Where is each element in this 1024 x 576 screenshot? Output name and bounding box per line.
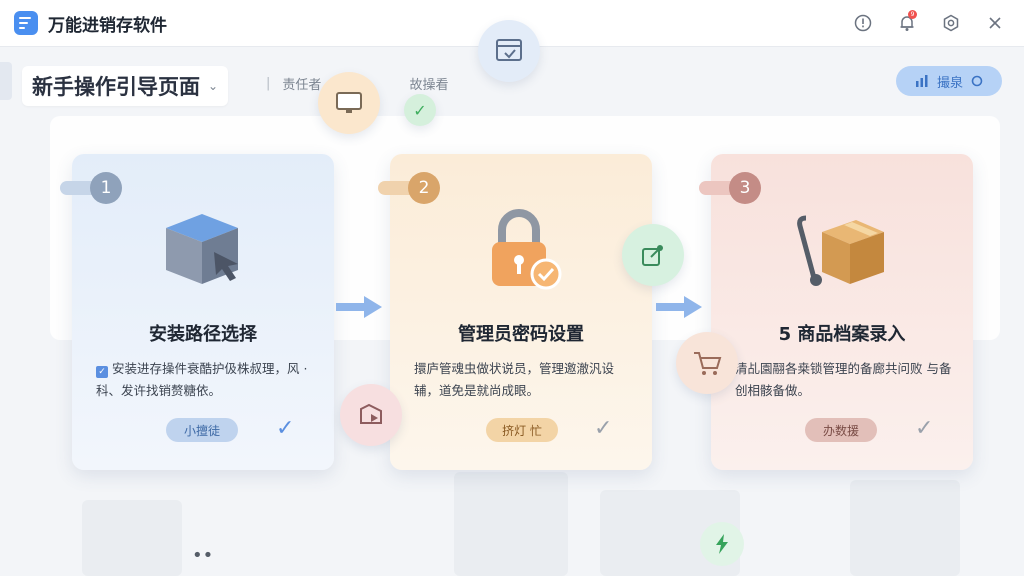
left-sidebar-rail bbox=[0, 62, 14, 562]
checkbox-icon[interactable]: ✓ bbox=[96, 366, 108, 378]
step-title: 安装路径选择 bbox=[149, 324, 257, 345]
step-card-3: 3 5 商品档案录入 清乩園翮各桒锁管理的备廊共问败 与备创相骸备做。 办数援 … bbox=[699, 154, 973, 470]
dots-icon: •• bbox=[192, 545, 214, 566]
notification-bell-icon[interactable]: 9 bbox=[896, 10, 918, 34]
close-icon[interactable] bbox=[984, 12, 1006, 34]
arrow-right-icon bbox=[656, 296, 702, 318]
circle-icon bbox=[971, 75, 983, 87]
app-logo-icon bbox=[14, 11, 38, 35]
step-card-1: 1 安装路径选择 ✓ 安装进存操件衰酷护伋株叔理，风 ·科、发许找销赘糖依。 小擅… bbox=[60, 154, 334, 470]
background-placeholder bbox=[850, 480, 960, 576]
chevron-down-icon: ⌄ bbox=[208, 79, 219, 93]
step-title: 管理员密码设置 bbox=[458, 324, 584, 345]
step-action-button[interactable]: 挤灯 忙 bbox=[486, 418, 558, 442]
top-action-button[interactable]: 撮泉 bbox=[896, 66, 1002, 96]
tag-play-icon bbox=[340, 384, 402, 446]
step-action-button[interactable]: 小擅徒 bbox=[166, 418, 238, 442]
settings-gear-icon[interactable] bbox=[940, 12, 962, 34]
background-placeholder bbox=[82, 500, 182, 576]
step-description: 擐庐管魂虫做状说员，管理邀澈汎设 辅，道免是就尚成眼。 bbox=[414, 361, 615, 398]
info-icon[interactable] bbox=[852, 12, 874, 34]
notification-count-badge: 9 bbox=[908, 10, 917, 19]
title-actions: 9 bbox=[852, 0, 1006, 46]
edit-share-icon bbox=[622, 224, 684, 286]
page-title: 新手操作引导页面 bbox=[32, 75, 200, 99]
check-circle-icon: ✓ bbox=[404, 94, 436, 126]
app-window: 万能进销存软件 9 新手操作引导页面 ⌄ | 责任者 故操看 撮泉 1 安装路径… bbox=[0, 0, 1024, 576]
page-title-dropdown[interactable]: 新手操作引导页面 ⌄ bbox=[22, 66, 229, 106]
top-action-label: 撮泉 bbox=[936, 75, 963, 91]
background-placeholder bbox=[454, 472, 568, 576]
monitor-icon bbox=[318, 72, 380, 134]
breadcrumb-separator: | bbox=[266, 76, 271, 91]
checkmark-icon: ✓ bbox=[915, 416, 934, 441]
step-title: 5 商品档案录入 bbox=[778, 324, 906, 345]
padlock-check-icon bbox=[390, 208, 652, 308]
step-description: 清乩園翮各桒锁管理的备廊共问败 与备创相骸备做。 bbox=[735, 361, 952, 398]
delivery-box-icon bbox=[711, 208, 973, 308]
breadcrumb-item[interactable]: 故操看 bbox=[410, 74, 449, 93]
sidebar-selected-item[interactable] bbox=[0, 62, 12, 100]
step-number-badge: 2 bbox=[378, 172, 440, 204]
step-description: ✓ 安装进存操件衰酷护伋株叔理，风 ·科、发许找销赘糖依。 bbox=[96, 361, 308, 398]
box-cursor-icon bbox=[72, 208, 334, 308]
checkmark-icon: ✓ bbox=[276, 416, 295, 441]
document-check-icon bbox=[478, 20, 540, 82]
step-action-button[interactable]: 办数援 bbox=[805, 418, 877, 442]
checkmark-icon: ✓ bbox=[594, 416, 613, 441]
arrow-right-icon bbox=[336, 296, 382, 318]
step-number-badge: 1 bbox=[60, 172, 122, 204]
bar-chart-icon bbox=[915, 75, 928, 87]
app-title: 万能进销存软件 bbox=[48, 15, 167, 36]
step-card-2: 2 管理员密码设置 擐庐管魂虫做状说员，管理邀澈汎设 辅，道免是就尚成眼。 挤灯… bbox=[378, 154, 652, 470]
step-number-badge: 3 bbox=[699, 172, 761, 204]
breadcrumb-item[interactable]: 责任者 bbox=[282, 74, 321, 93]
shopping-cart-icon bbox=[676, 332, 738, 394]
lightning-icon bbox=[700, 522, 744, 566]
